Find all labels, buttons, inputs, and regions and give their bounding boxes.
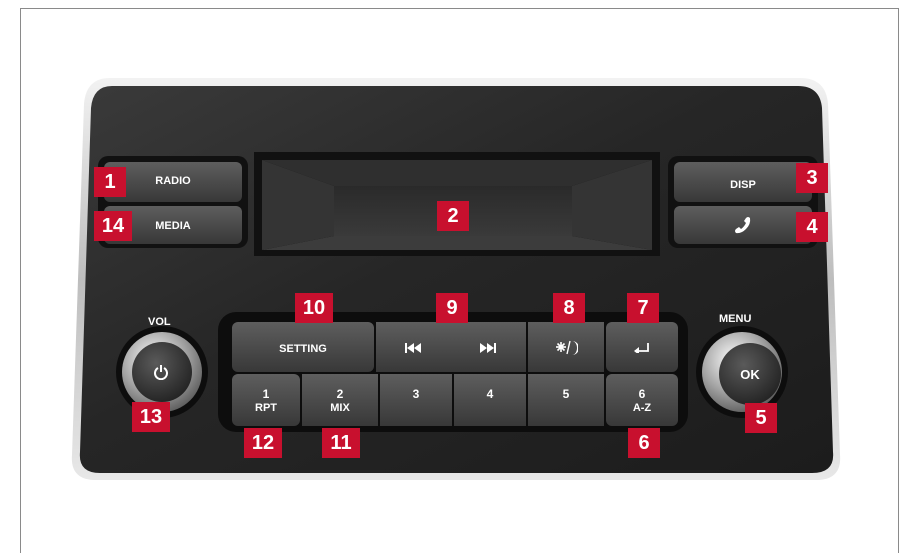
callout-12: 12: [244, 428, 282, 458]
callout-3: 3: [796, 163, 828, 193]
back-arrow-icon: [634, 343, 649, 353]
callout-10: 10: [295, 293, 333, 323]
vol-label: VOL: [148, 316, 171, 328]
radio-panel-graphic: [71, 78, 841, 480]
callout-7: 7: [627, 293, 659, 323]
preset-2-button[interactable]: 2 MIX: [302, 374, 378, 426]
callout-8: 8: [553, 293, 585, 323]
preset-number: 6: [638, 387, 646, 401]
callout-1: 1: [94, 167, 126, 197]
back-button[interactable]: [606, 322, 678, 372]
preset-number: 5: [562, 387, 570, 401]
preset-5-button[interactable]: 5: [528, 374, 604, 426]
callout-2: 2: [437, 201, 469, 231]
phone-handset-icon: [735, 217, 751, 234]
callout-13: 13: [132, 402, 170, 432]
day-night-button[interactable]: [528, 322, 604, 372]
preset-sublabel: MIX: [330, 402, 350, 414]
setting-button[interactable]: SETTING: [232, 322, 374, 372]
callout-9: 9: [436, 293, 468, 323]
skip-previous-icon: [405, 343, 421, 353]
preset-sublabel: RPT: [255, 402, 277, 414]
callout-6: 6: [628, 428, 660, 458]
callout-4: 4: [796, 212, 828, 242]
disp-button[interactable]: DISP: [674, 162, 812, 202]
preset-sublabel: A-Z: [632, 402, 652, 414]
preset-number: 3: [412, 387, 420, 401]
preset-number: 1: [262, 387, 270, 401]
previous-track-button[interactable]: [376, 322, 451, 372]
preset-6-button[interactable]: 6 A-Z: [606, 374, 678, 426]
preset-number: 2: [336, 387, 344, 401]
vol-power-knob[interactable]: [132, 342, 192, 402]
preset-1-button[interactable]: 1 RPT: [232, 374, 300, 426]
callout-14: 14: [94, 211, 132, 241]
setting-label: SETTING: [279, 343, 327, 355]
preset-number: 4: [486, 387, 494, 401]
phone-button[interactable]: [674, 206, 812, 244]
menu-ok-knob[interactable]: OK: [719, 343, 781, 405]
ok-label: OK: [740, 367, 760, 382]
power-icon: [154, 365, 168, 380]
next-track-button[interactable]: [451, 322, 526, 372]
sun-moon-icon: [556, 340, 578, 355]
callout-11: 11: [322, 428, 360, 458]
preset-3-button[interactable]: 3: [380, 374, 452, 426]
skip-next-icon: [480, 343, 496, 353]
disp-button-label: DISP: [730, 179, 756, 191]
callout-5: 5: [745, 403, 777, 433]
preset-4-button[interactable]: 4: [454, 374, 526, 426]
menu-label: MENU: [719, 313, 752, 325]
